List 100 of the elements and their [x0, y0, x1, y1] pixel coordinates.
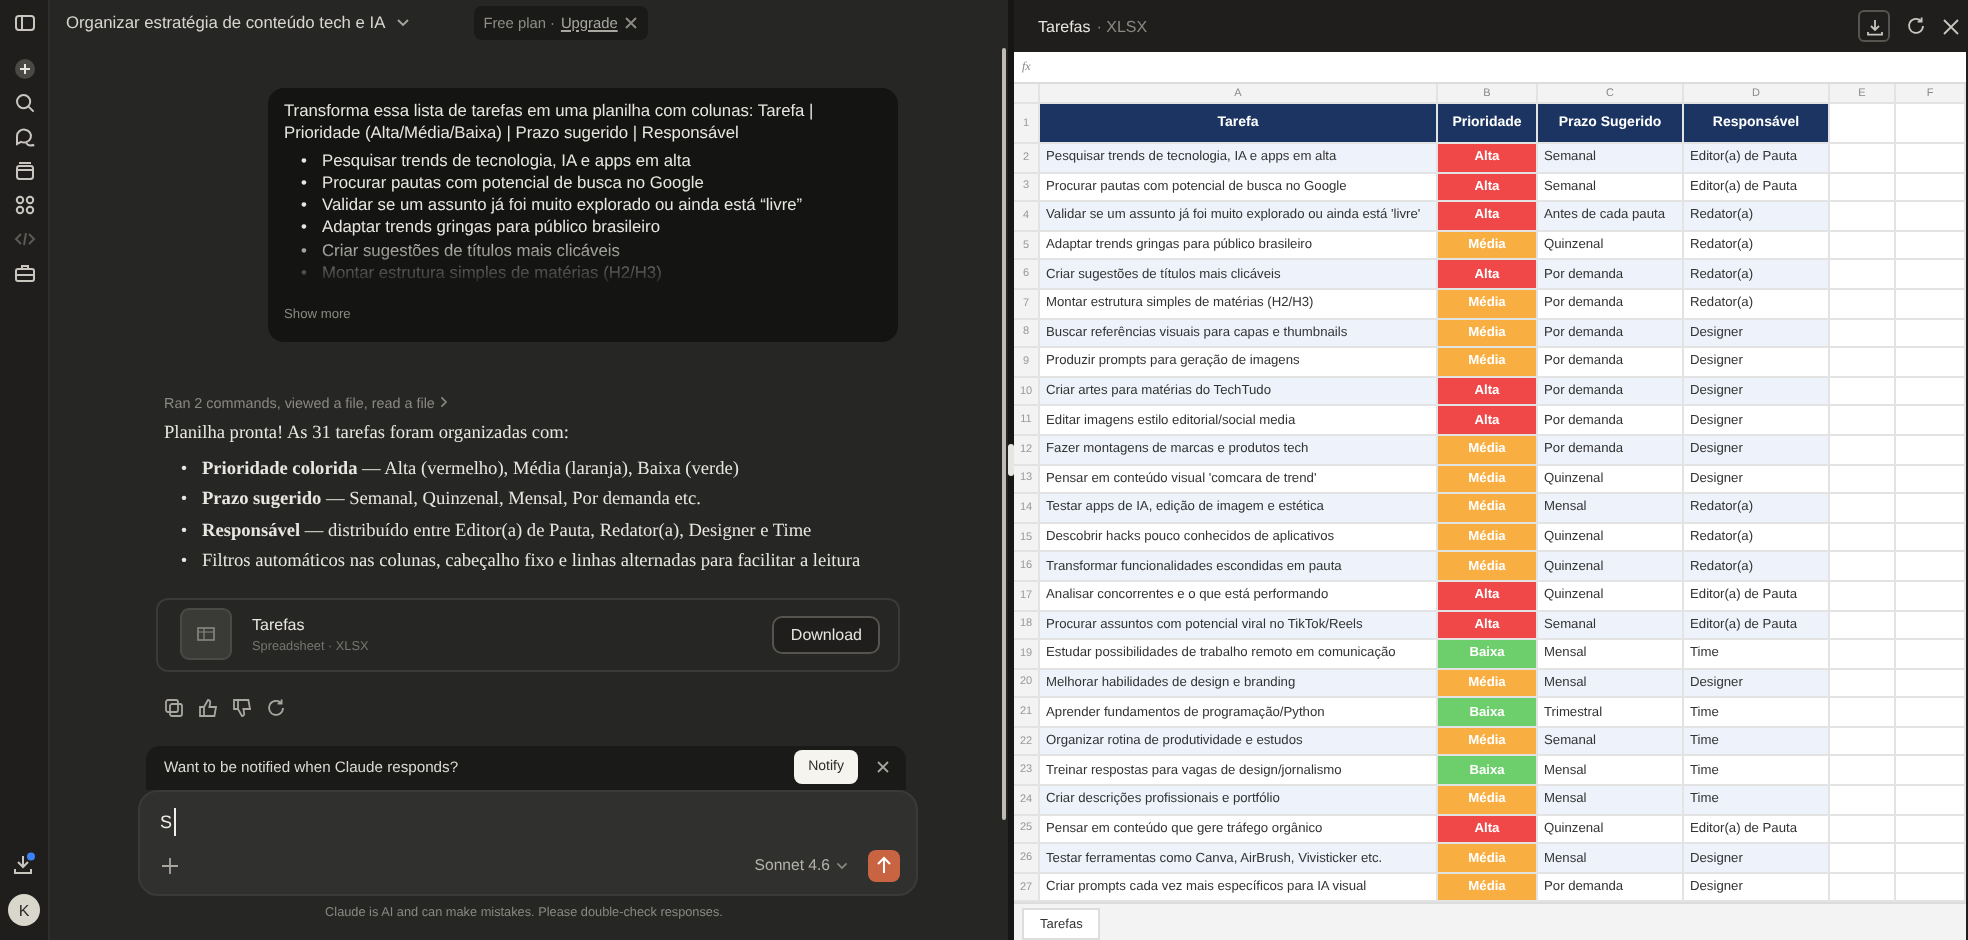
resize-handle[interactable]: [1008, 444, 1014, 476]
table-cell: [1896, 786, 1966, 816]
table-cell: [1830, 144, 1896, 174]
list-item: Filtros automáticos nas colunas, cabeçalho fixo e linhas alternadas para facilitar a leitura: [202, 550, 861, 577]
spreadsheet-file-icon: [180, 608, 232, 661]
list-item: Criar sugestões de títulos mais clicáveis: [322, 239, 620, 263]
chevron-down-icon: [836, 861, 848, 870]
table-cell: [1896, 756, 1966, 787]
table-cell: [1896, 727, 1966, 757]
table-cell: [1896, 640, 1966, 670]
table-cell: [1830, 173, 1896, 203]
table-cell: [1830, 756, 1896, 787]
table-cell: [1896, 104, 1966, 144]
close-icon[interactable]: [1942, 17, 1960, 35]
list-item: Adaptar trends gringas para público brasileiro: [322, 216, 660, 240]
chat-title[interactable]: Organizar estratégia de conteúdo tech e IA: [66, 12, 386, 32]
file-name: Tarefas: [252, 615, 307, 634]
sidebar-toggle-icon[interactable]: [13, 12, 35, 34]
table-cell: [1830, 231, 1896, 261]
table-cell: [1896, 465, 1966, 495]
retry-icon[interactable]: [266, 697, 286, 718]
table-cell: [1896, 611, 1966, 641]
list-bullet: •: [299, 149, 309, 172]
response-text: Planilha pronta! As 31 tarefas foram organizadas com:: [164, 423, 571, 444]
list-bullet: •: [178, 550, 190, 577]
list-bullet: •: [299, 239, 309, 263]
user-avatar[interactable]: K: [8, 894, 40, 926]
table-cell: [1830, 319, 1896, 349]
table-cell: [1830, 435, 1896, 466]
table-cell: [1830, 494, 1896, 524]
download-icon: [1865, 17, 1883, 35]
download-button[interactable]: [1858, 10, 1890, 42]
table-cell: [1896, 260, 1966, 290]
table-cell: [1830, 727, 1896, 757]
table-cell: [1830, 844, 1896, 874]
table-cell: [1830, 260, 1896, 290]
copy-icon[interactable]: [164, 697, 184, 718]
send-button[interactable]: [868, 849, 900, 882]
close-icon[interactable]: [876, 760, 890, 775]
table-cell: [1896, 552, 1966, 582]
message-text: Transforma essa lista de tarefas em uma planilha com colunas: Tarefa | Prioridade (Alta/Média/Baixa) | Prazo sugerido | Responsável: [284, 100, 816, 146]
briefcase-icon[interactable]: [13, 262, 35, 284]
new-chat-icon[interactable]: [13, 58, 35, 80]
table-cell: [1896, 435, 1966, 466]
table-cell: [1830, 552, 1896, 582]
list-bullet: •: [178, 488, 190, 515]
projects-icon[interactable]: [13, 160, 35, 182]
table-cell: [1830, 611, 1896, 641]
list-bullet: •: [299, 171, 309, 195]
list-item: Procurar pautas com potencial de busca no Google: [322, 171, 704, 195]
table-cell: [1896, 815, 1966, 845]
table-cell: [1896, 202, 1966, 232]
table-cell: [1830, 348, 1896, 378]
table-cell: [1896, 581, 1966, 611]
table-cell: [1896, 494, 1966, 524]
list-item: Prazo sugerido — Semanal, Quinzenal, Mensal, Por demanda etc.: [202, 488, 701, 515]
list-bullet: •: [178, 457, 190, 484]
table-cell: [1896, 406, 1966, 436]
list-item: Montar estrutura simples de matérias (H2/H3): [322, 262, 662, 285]
refresh-icon[interactable]: [1906, 16, 1926, 36]
table-cell: [1830, 581, 1896, 611]
table-cell: [1830, 202, 1896, 232]
table-cell: [1830, 786, 1896, 816]
chevron-down-icon[interactable]: [395, 17, 410, 27]
table-cell: [1830, 377, 1896, 407]
thumbs-up-icon[interactable]: [198, 697, 218, 718]
arrow-up-icon: [876, 856, 892, 875]
table-cell: [1896, 289, 1966, 320]
download-button[interactable]: Download: [772, 615, 880, 654]
thumbs-down-icon[interactable]: [232, 697, 252, 718]
list-item: Validar se um assunto já foi muito explorado ou ainda está “livre”: [322, 194, 803, 217]
table-cell: [1830, 815, 1896, 845]
file-title: Tarefas: [1038, 17, 1091, 35]
table-cell: [1830, 640, 1896, 670]
table-cell: [1830, 406, 1896, 436]
code-icon[interactable]: [13, 228, 35, 250]
list-item: Prioridade colorida — Alta (vermelho), Média (laranja), Baixa (verde): [202, 457, 739, 484]
list-bullet: •: [299, 216, 309, 240]
chats-icon[interactable]: [13, 126, 35, 148]
table-cell: [1830, 523, 1896, 553]
file-format: · XLSX: [1096, 17, 1148, 35]
list-bullet: •: [178, 519, 190, 546]
table-cell: [1830, 289, 1896, 320]
table-cell: [1896, 173, 1966, 203]
scrollbar[interactable]: [1001, 48, 1005, 820]
download-icon[interactable]: [12, 852, 36, 876]
table-cell: [1896, 348, 1966, 378]
list-item: Pesquisar trends de tecnologia, IA e apps em alta: [322, 149, 691, 172]
chevron-right-icon[interactable]: [440, 396, 449, 409]
close-icon[interactable]: [623, 15, 638, 29]
plus-icon[interactable]: [160, 855, 180, 876]
table-cell: [1896, 698, 1966, 728]
grid-icon[interactable]: [13, 194, 35, 216]
message-input[interactable]: S: [160, 807, 177, 836]
table-cell: [1830, 698, 1896, 728]
table-cell: [1896, 669, 1966, 699]
table-cell: [1896, 144, 1966, 174]
search-icon[interactable]: [13, 92, 35, 114]
table-cell: [1896, 231, 1966, 261]
table-cell: [1896, 523, 1966, 553]
